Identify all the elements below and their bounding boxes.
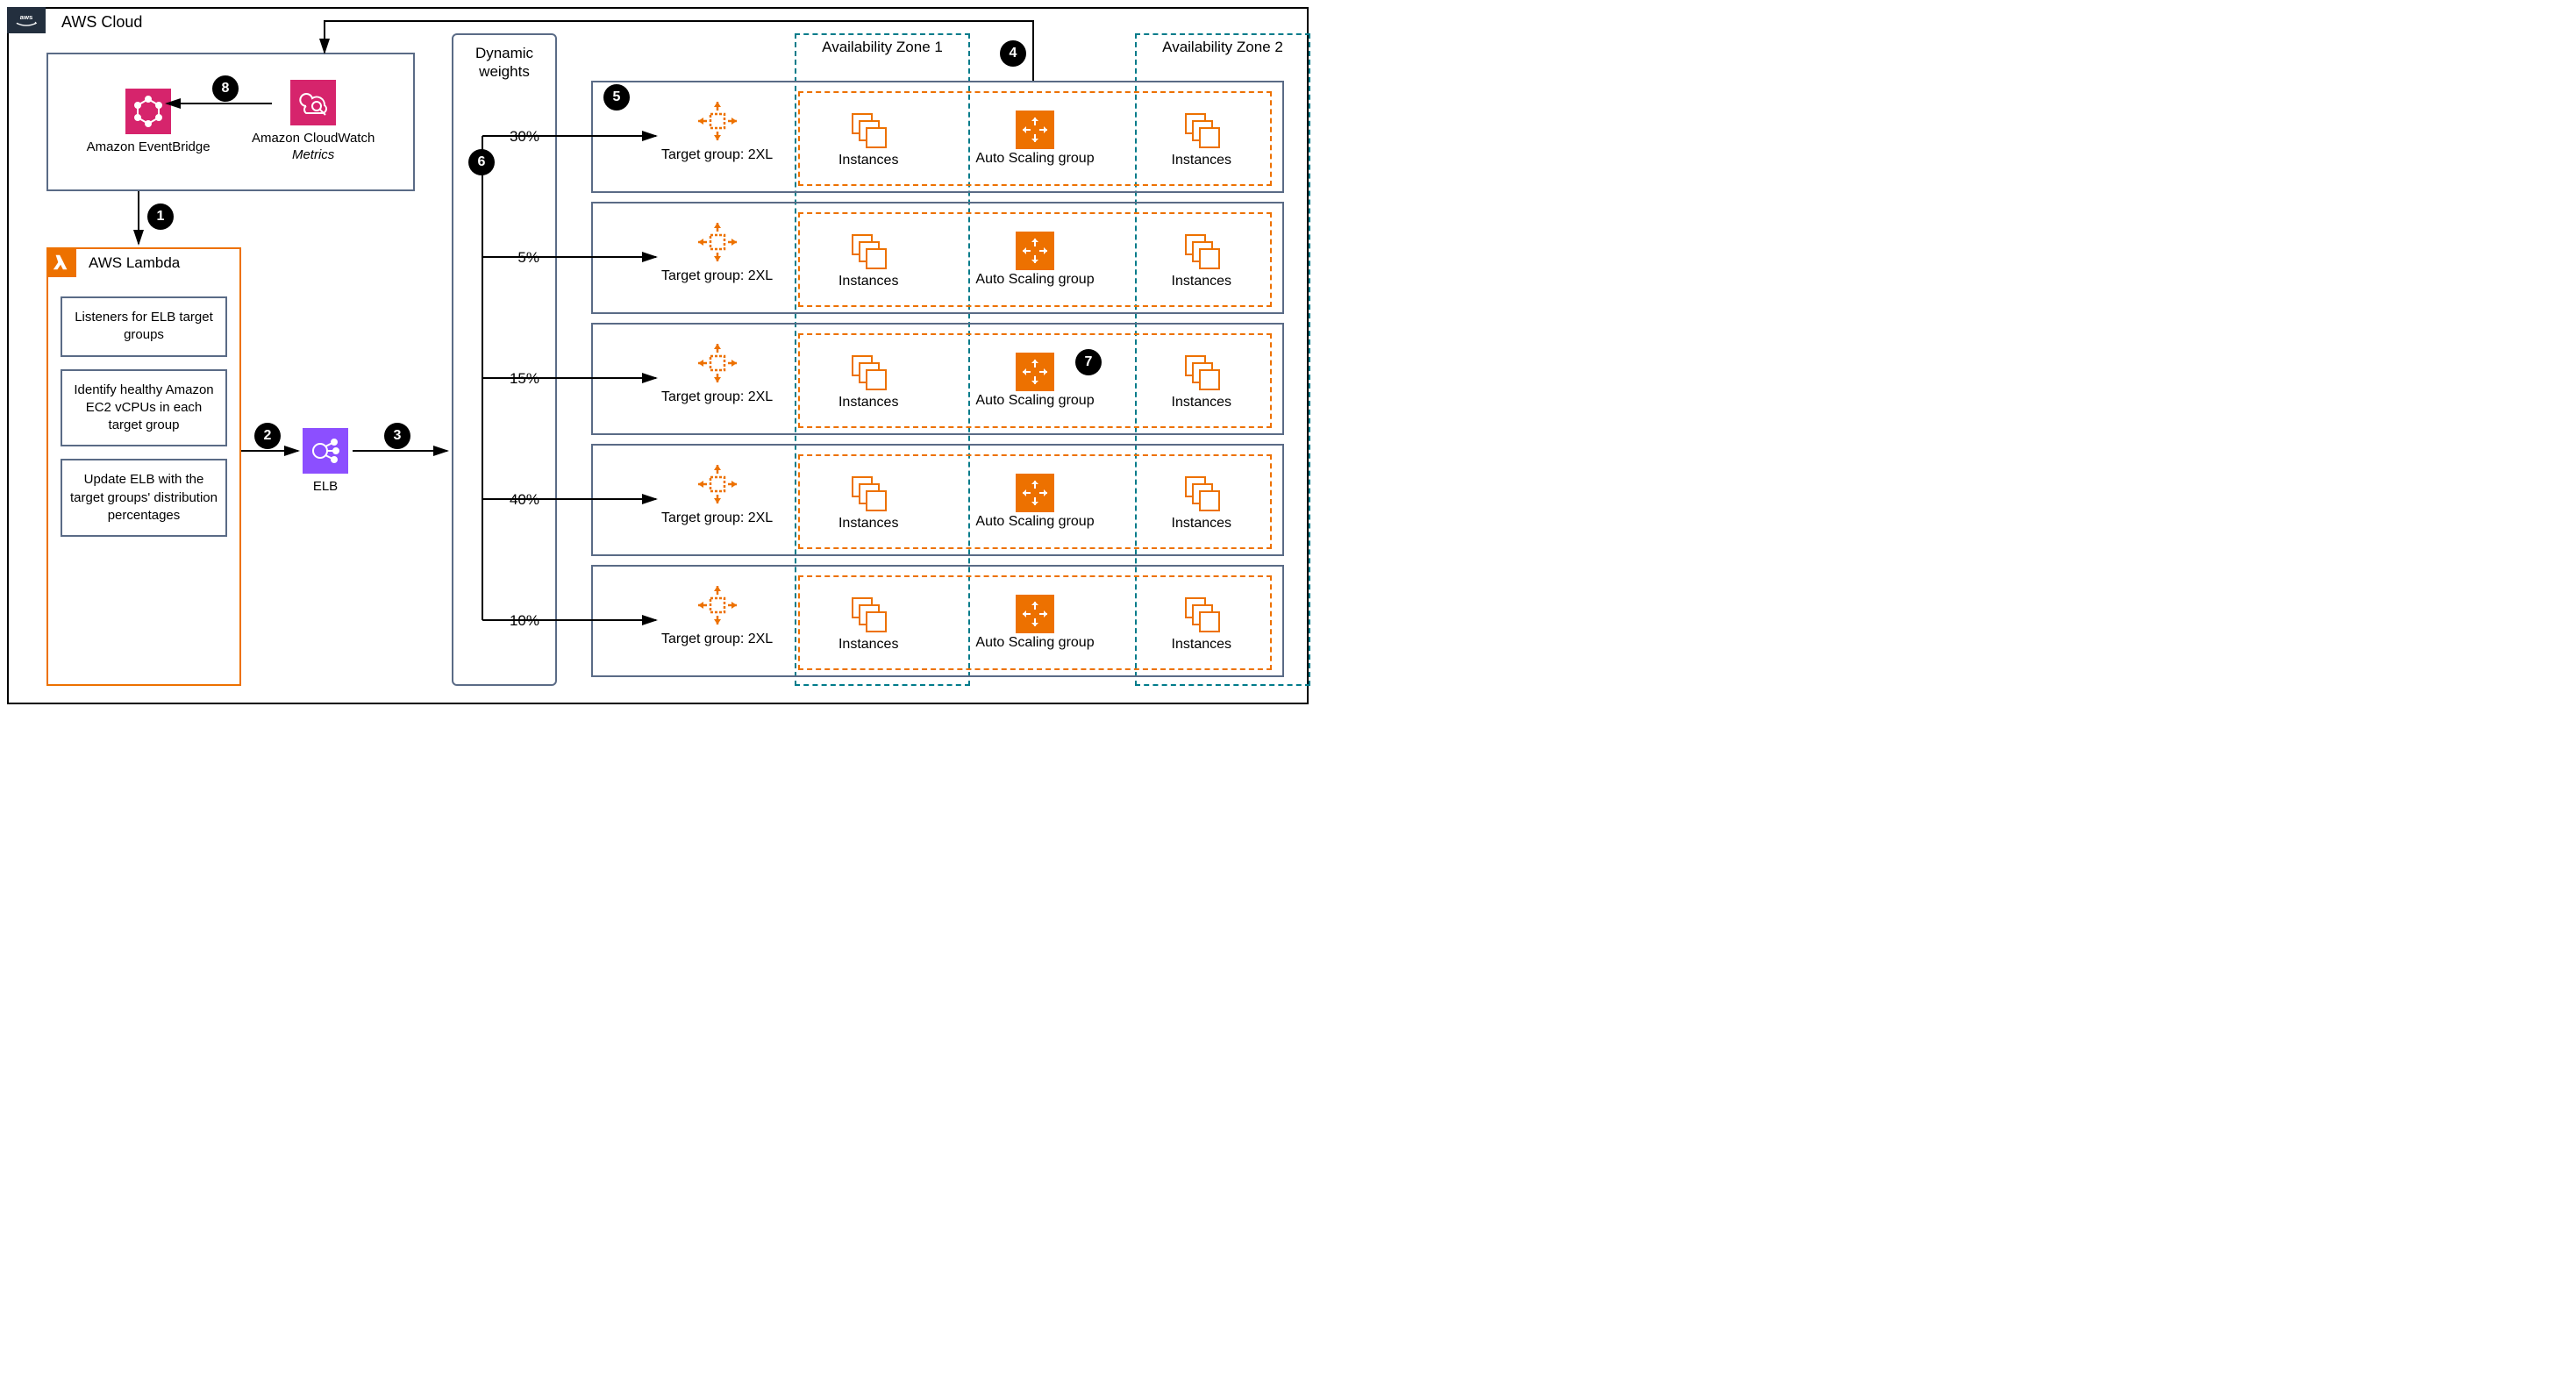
auto-scaling-group-4: Instances Auto Scaling group Instances: [798, 454, 1272, 549]
observability-box: Amazon EventBridge Amazon CloudWatch Met…: [46, 53, 415, 191]
instances-az1: Instances: [838, 109, 898, 168]
weight-1: 30%: [510, 128, 539, 146]
target-group-label: Target group: 2XL: [661, 632, 773, 647]
target-group-row-5: Target group: 2XL Instances Auto Scaling…: [591, 565, 1284, 677]
target-group-row-2: Target group: 2XL Instances Auto Scaling…: [591, 202, 1284, 314]
asg-center: Auto Scaling group: [975, 111, 1094, 167]
step-badge-3: 3: [384, 423, 410, 449]
elb-icon: [303, 428, 348, 474]
weight-3: 15%: [510, 370, 539, 388]
ec2-instances-icon: [1181, 593, 1223, 635]
auto-scaling-icon: [1016, 111, 1054, 149]
cloudwatch-icon: [290, 80, 336, 125]
ec2-instances-icon: [1181, 472, 1223, 514]
ec2-instances-icon: [847, 351, 889, 393]
ec2-instances-icon: [847, 472, 889, 514]
target-group-1: Target group: 2XL: [661, 98, 773, 163]
target-group-5: Target group: 2XL: [661, 582, 773, 647]
target-group-icon: [695, 98, 740, 144]
aws-cloud-label: AWS Cloud: [61, 13, 142, 32]
ec2-instances-icon: [847, 230, 889, 272]
auto-scaling-group-5: Instances Auto Scaling group Instances: [798, 575, 1272, 670]
eventbridge-icon: [125, 89, 171, 134]
weights-title: Dynamic weights: [453, 44, 555, 82]
aws-logo-badge: aws: [7, 7, 46, 33]
ec2-instances-icon: [847, 593, 889, 635]
target-group-label: Target group: 2XL: [661, 147, 773, 163]
auto-scaling-group-1: Instances Auto Scaling group Instances: [798, 91, 1272, 186]
auto-scaling-icon: [1016, 595, 1054, 633]
eventbridge-service: Amazon EventBridge: [87, 89, 211, 156]
dynamic-weights-box: Dynamic weights 30% 5% 15% 40% 10%: [452, 33, 557, 686]
target-group-4: Target group: 2XL: [661, 461, 773, 526]
az1-label: Availability Zone 1: [795, 39, 970, 56]
auto-scaling-group-2: Instances Auto Scaling group Instances: [798, 212, 1272, 307]
lambda-step-1: Listeners for ELB target groups: [61, 296, 227, 357]
target-group-icon: [695, 340, 740, 386]
target-group-row-1: Target group: 2XL Instances Auto Scaling…: [591, 81, 1284, 193]
eventbridge-label: Amazon EventBridge: [87, 139, 211, 156]
target-group-label: Target group: 2XL: [661, 510, 773, 526]
target-group-label: Target group: 2XL: [661, 389, 773, 405]
weight-5: 10%: [510, 612, 539, 630]
target-group-icon: [695, 582, 740, 628]
step-badge-5: 5: [603, 84, 630, 111]
lambda-icon: [46, 247, 76, 277]
cloudwatch-label: Amazon CloudWatch Metrics: [252, 131, 375, 164]
step-badge-6: 6: [468, 149, 495, 175]
weight-2: 5%: [517, 249, 539, 267]
aws-logo-icon: aws: [11, 11, 41, 29]
target-group-row-3: Target group: 2XL Instances Auto Scaling…: [591, 323, 1284, 435]
ec2-instances-icon: [1181, 351, 1223, 393]
target-group-icon: [695, 219, 740, 265]
cloudwatch-service: Amazon CloudWatch Metrics: [252, 80, 375, 164]
ec2-instances-icon: [847, 109, 889, 151]
lambda-box: AWS Lambda Listeners for ELB target grou…: [46, 247, 241, 686]
weight-4: 40%: [510, 491, 539, 509]
auto-scaling-icon: [1016, 353, 1054, 391]
step-badge-8: 8: [212, 75, 239, 102]
step-badge-2: 2: [254, 423, 281, 449]
ec2-instances-icon: [1181, 230, 1223, 272]
step-badge-4: 4: [1000, 40, 1026, 67]
target-group-3: Target group: 2XL: [661, 340, 773, 405]
elb-label: ELB: [313, 479, 338, 496]
step-badge-7: 7: [1075, 349, 1102, 375]
auto-scaling-icon: [1016, 474, 1054, 512]
aws-cloud-container: aws AWS Cloud Amazon EventBridge: [7, 7, 1309, 704]
svg-text:aws: aws: [20, 13, 33, 21]
auto-scaling-icon: [1016, 232, 1054, 270]
auto-scaling-group-3: Instances Auto Scaling group Instances: [798, 333, 1272, 428]
instances-az2: Instances: [1172, 109, 1231, 168]
elb-service: ELB: [303, 428, 348, 496]
target-group-2: Target group: 2XL: [661, 219, 773, 284]
lambda-title: AWS Lambda: [89, 254, 180, 272]
target-group-row-4: Target group: 2XL Instances Auto Scaling…: [591, 444, 1284, 556]
target-group-icon: [695, 461, 740, 507]
az2-label: Availability Zone 2: [1135, 39, 1310, 56]
target-group-label: Target group: 2XL: [661, 268, 773, 284]
ec2-instances-icon: [1181, 109, 1223, 151]
step-badge-1: 1: [147, 203, 174, 230]
lambda-step-3: Update ELB with the target groups' distr…: [61, 459, 227, 537]
lambda-step-2: Identify healthy Amazon EC2 vCPUs in eac…: [61, 369, 227, 447]
